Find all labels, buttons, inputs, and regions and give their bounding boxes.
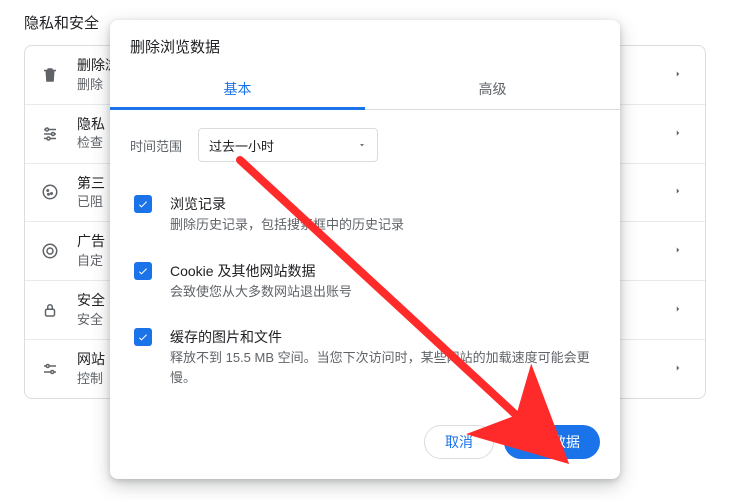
tune-icon xyxy=(39,358,61,380)
checkbox-cache[interactable] xyxy=(134,328,152,346)
cookie-icon xyxy=(39,181,61,203)
lock-icon xyxy=(39,299,61,321)
time-range-label: 时间范围 xyxy=(130,136,182,155)
sliders-icon xyxy=(39,123,61,145)
caret-down-icon xyxy=(357,138,367,153)
check-title: 缓存的图片和文件 xyxy=(170,327,600,348)
checkbox-history[interactable] xyxy=(134,195,152,213)
check-sub: 删除历史记录，包括搜索框中的历史记录 xyxy=(170,215,404,235)
chevron-right-icon xyxy=(673,301,691,319)
chevron-right-icon xyxy=(673,242,691,260)
dialog-tabs: 基本 高级 xyxy=(110,65,620,110)
check-sub: 会致使您从大多数网站退出账号 xyxy=(170,282,352,302)
chevron-right-icon xyxy=(673,360,691,378)
check-row-cache: 缓存的图片和文件 释放不到 15.5 MB 空间。当您下次访问时，某些网站的加载… xyxy=(130,317,600,403)
check-sub: 释放不到 15.5 MB 空间。当您下次访问时，某些网站的加载速度可能会更慢。 xyxy=(170,348,600,387)
chevron-right-icon xyxy=(673,66,691,84)
clear-data-dialog: 删除浏览数据 基本 高级 时间范围 过去一小时 浏览记录 xyxy=(110,20,620,479)
check-title: Cookie 及其他网站数据 xyxy=(170,261,352,282)
trash-icon xyxy=(39,64,61,86)
chevron-right-icon xyxy=(673,183,691,201)
tab-advanced[interactable]: 高级 xyxy=(365,69,620,109)
confirm-button[interactable]: 删除数据 xyxy=(504,425,600,459)
check-row-history: 浏览记录 删除历史记录，包括搜索框中的历史记录 xyxy=(130,184,600,251)
chevron-right-icon xyxy=(673,125,691,143)
checkbox-cookies[interactable] xyxy=(134,262,152,280)
cancel-button[interactable]: 取消 xyxy=(424,425,494,459)
check-title: 浏览记录 xyxy=(170,194,404,215)
tab-basic[interactable]: 基本 xyxy=(110,69,365,109)
dialog-title: 删除浏览数据 xyxy=(110,20,620,65)
target-icon xyxy=(39,240,61,262)
time-range-select[interactable]: 过去一小时 xyxy=(198,128,378,162)
check-row-cookies: Cookie 及其他网站数据 会致使您从大多数网站退出账号 xyxy=(130,251,600,318)
time-range-value: 过去一小时 xyxy=(209,136,274,155)
